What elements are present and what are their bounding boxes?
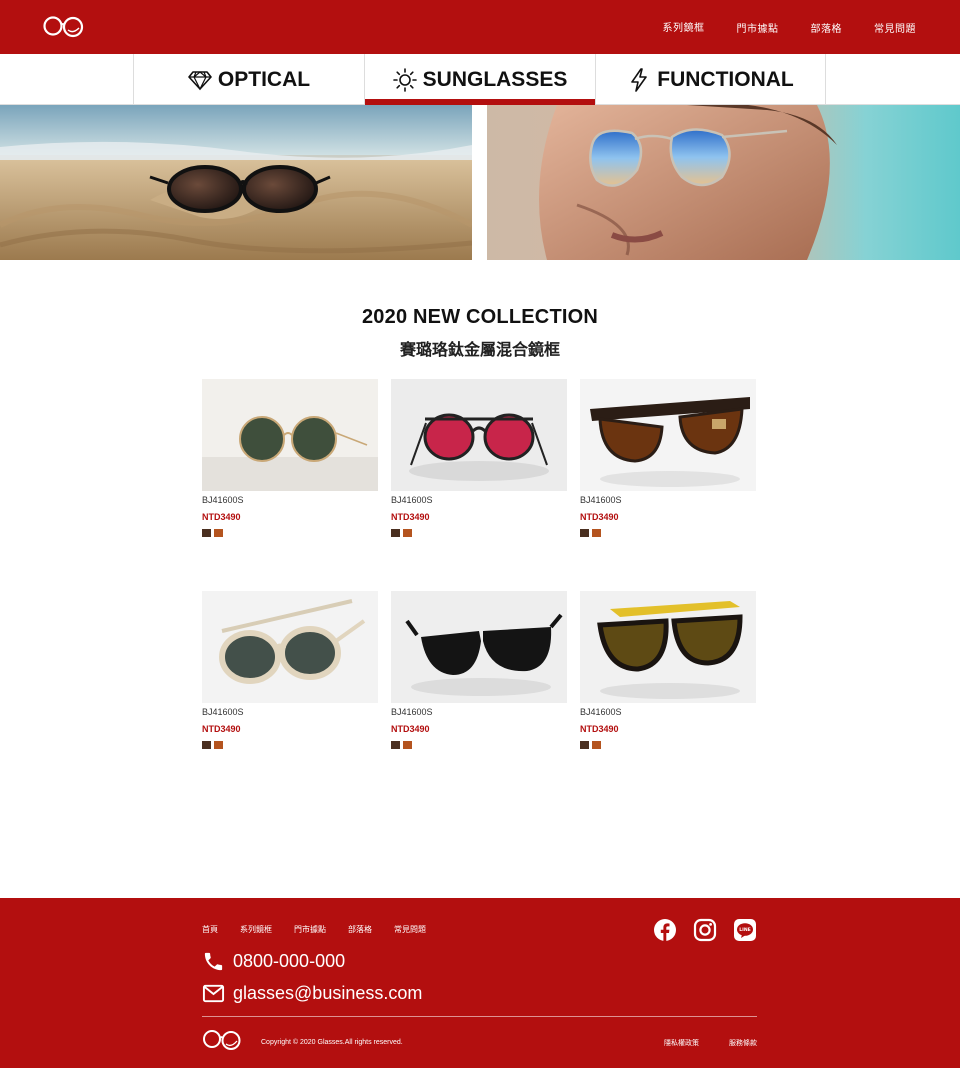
product-card[interactable]: BJ41600S NTD3490: [391, 591, 567, 749]
mail-icon: [202, 984, 225, 1003]
top-header: 系列鏡框 門市據點 部落格 常見問題: [0, 0, 960, 54]
footer-nav-home[interactable]: 首頁: [202, 924, 218, 935]
swatch-dark-brown[interactable]: [580, 529, 589, 537]
glasses-logo-icon[interactable]: [43, 14, 85, 40]
product-card[interactable]: BJ41600S NTD3490: [202, 591, 378, 749]
swatch-tortoise[interactable]: [214, 529, 223, 537]
product-image[interactable]: [391, 591, 567, 703]
social-links: LINE: [653, 918, 757, 942]
product-price: NTD3490: [202, 724, 241, 734]
product-image[interactable]: [580, 379, 756, 491]
phone-icon: [204, 952, 223, 971]
nav-blog[interactable]: 部落格: [811, 20, 843, 35]
product-image[interactable]: [202, 591, 378, 703]
product-code: BJ41600S: [202, 495, 244, 505]
footer-divider: [202, 1016, 757, 1017]
footer-nav: 首頁 系列鏡框 門市據點 部落格 常見問題: [202, 924, 426, 935]
color-swatches: [580, 529, 756, 537]
product-price: NTD3490: [391, 512, 430, 522]
contact-phone[interactable]: 0800-000-000: [202, 950, 345, 973]
tab-optical-label: OPTICAL: [217, 67, 311, 91]
swatch-tortoise[interactable]: [592, 529, 601, 537]
diamond-icon: [188, 70, 212, 90]
color-swatches: [202, 529, 378, 537]
privacy-policy-link[interactable]: 隱私權政策: [664, 1038, 699, 1048]
swatch-tortoise[interactable]: [214, 741, 223, 749]
tab-sunglasses-label: SUNGLASSES: [422, 67, 568, 91]
collection-subtitle: 賽璐珞鈦金屬混合鏡框: [399, 340, 560, 359]
collection-title: 2020 NEW COLLECTION: [361, 306, 599, 328]
product-card[interactable]: BJ41600S NTD3490: [202, 379, 378, 537]
footer-nav-series[interactable]: 系列鏡框: [240, 924, 272, 935]
footer-nav-blog[interactable]: 部落格: [348, 924, 372, 935]
color-swatches: [580, 741, 756, 749]
legal-links: 隱私權政策 服務條款: [664, 1038, 757, 1048]
footer-nav-faq[interactable]: 常見問題: [394, 924, 426, 935]
swatch-dark-brown[interactable]: [202, 529, 211, 537]
product-code: BJ41600S: [580, 707, 622, 717]
product-image[interactable]: [580, 591, 756, 703]
sun-icon: [392, 67, 417, 92]
footer-nav-stores[interactable]: 門市據點: [294, 924, 326, 935]
terms-of-service-link[interactable]: 服務條款: [729, 1038, 757, 1048]
facebook-icon[interactable]: [653, 918, 677, 942]
swatch-dark-brown[interactable]: [391, 741, 400, 749]
product-code: BJ41600S: [202, 707, 244, 717]
product-price: NTD3490: [202, 512, 241, 522]
product-price: NTD3490: [391, 724, 430, 734]
product-image[interactable]: [391, 379, 567, 491]
glasses-logo-icon[interactable]: [202, 1028, 242, 1053]
swatch-tortoise[interactable]: [403, 741, 412, 749]
lightning-icon: [631, 67, 648, 92]
color-swatches: [202, 741, 378, 749]
nav-series[interactable]: 系列鏡框: [663, 19, 705, 35]
contact-email[interactable]: glasses@business.com: [202, 982, 422, 1005]
swatch-dark-brown[interactable]: [391, 529, 400, 537]
instagram-icon[interactable]: [693, 918, 717, 942]
swatch-dark-brown[interactable]: [580, 741, 589, 749]
swatch-tortoise[interactable]: [403, 529, 412, 537]
product-code: BJ41600S: [391, 495, 433, 505]
copyright-text: Copyright © 2020 Glasses.All rights rese…: [261, 1039, 403, 1046]
email-address: glasses@business.com: [233, 983, 423, 1003]
swatch-tortoise[interactable]: [592, 741, 601, 749]
hero-woman-aviator-image: [487, 105, 960, 260]
product-price: NTD3490: [580, 512, 619, 522]
category-tabs: OPTICAL SUNGLASSES FUNCTIONAL: [0, 54, 960, 105]
color-swatches: [391, 529, 567, 537]
color-swatches: [391, 741, 567, 749]
product-image[interactable]: [202, 379, 378, 491]
product-card[interactable]: BJ41600S NTD3490: [580, 591, 756, 749]
product-code: BJ41600S: [391, 707, 433, 717]
phone-number: 0800-000-000: [233, 951, 346, 971]
line-icon[interactable]: LINE: [733, 918, 757, 942]
tab-optical[interactable]: OPTICAL: [133, 54, 364, 105]
hero-banner: [0, 105, 960, 260]
tab-functional[interactable]: FUNCTIONAL: [595, 54, 826, 105]
product-card[interactable]: BJ41600S NTD3490: [580, 379, 756, 537]
main-nav: 系列鏡框 門市據點 部落格 常見問題: [663, 20, 917, 35]
product-card[interactable]: BJ41600S NTD3490: [391, 379, 567, 537]
nav-faq[interactable]: 常見問題: [874, 20, 916, 35]
swatch-dark-brown[interactable]: [202, 741, 211, 749]
site-footer: 首頁 系列鏡框 門市據點 部落格 常見問題 LINE 0800-000-000 …: [0, 898, 960, 1068]
svg-text:LINE: LINE: [739, 927, 751, 933]
product-code: BJ41600S: [580, 495, 622, 505]
hero-beach-sunglasses-image: [0, 105, 472, 260]
tab-functional-label: FUNCTIONAL: [657, 67, 794, 91]
product-price: NTD3490: [580, 724, 619, 734]
nav-stores[interactable]: 門市據點: [737, 20, 779, 35]
tab-sunglasses[interactable]: SUNGLASSES: [364, 54, 595, 105]
